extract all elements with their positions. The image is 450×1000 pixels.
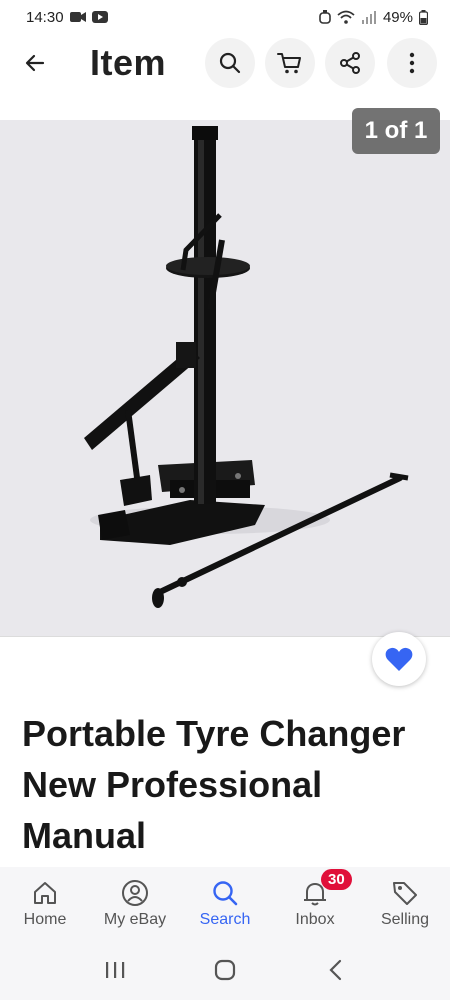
- nav-item-selling[interactable]: Selling: [360, 867, 450, 940]
- nav-label: Selling: [380, 911, 430, 928]
- battery-percent: 49%: [382, 8, 413, 26]
- nav-item-home[interactable]: Home: [0, 867, 90, 940]
- alarm-icon: [319, 10, 331, 24]
- nav-label: Home: [23, 911, 67, 928]
- video-call-icon: [69, 11, 86, 23]
- signal-icon: [361, 10, 377, 24]
- nav-item-inbox[interactable]: 30 Inbox: [270, 867, 360, 940]
- nav-label: Search: [199, 911, 251, 928]
- back-arrow-icon: [25, 54, 45, 72]
- product-image[interactable]: [0, 120, 450, 636]
- home-system-button[interactable]: [205, 950, 245, 990]
- nav-item-search[interactable]: Search: [180, 867, 270, 940]
- more-options-button[interactable]: [387, 38, 437, 88]
- inbox-badge: 30: [321, 869, 352, 890]
- share-button[interactable]: [325, 38, 375, 88]
- home-icon: [34, 882, 56, 904]
- bottom-nav: Home My eBay Search 30 Inbox Selling: [0, 867, 450, 940]
- heart-icon: [385, 647, 413, 671]
- cart-button[interactable]: [265, 38, 315, 88]
- nav-item-my-ebay[interactable]: My eBay: [90, 867, 180, 940]
- battery-icon: [419, 9, 428, 25]
- tag-icon: [393, 882, 417, 905]
- app-bar: Item: [0, 34, 450, 92]
- youtube-icon: [91, 11, 108, 23]
- page-title: Item: [90, 42, 167, 83]
- search-icon: [219, 52, 241, 74]
- status-bar: 14:30 49%: [0, 0, 450, 34]
- wifi-icon: [337, 10, 355, 24]
- account-icon: [122, 880, 148, 906]
- item-title: Portable Tyre Changer New Professional M…: [22, 713, 406, 856]
- search-button[interactable]: [205, 38, 255, 88]
- recent-apps-button[interactable]: [95, 950, 135, 990]
- tyre-changer-image: [84, 126, 409, 608]
- recent-apps-icon: [106, 962, 125, 978]
- nav-label: Inbox: [295, 911, 335, 928]
- back-button[interactable]: [14, 42, 56, 84]
- more-vert-icon: [409, 52, 415, 74]
- chevron-left-icon: [329, 959, 342, 981]
- cart-icon: [277, 53, 301, 74]
- watch-button[interactable]: [372, 632, 426, 686]
- home-circle-icon: [214, 959, 236, 981]
- status-time: 14:30: [26, 8, 64, 26]
- system-back-button[interactable]: [315, 950, 355, 990]
- system-nav: [0, 940, 450, 1000]
- share-icon: [340, 52, 360, 74]
- image-counter: 1 of 1: [352, 108, 440, 154]
- search-icon: [213, 881, 238, 906]
- nav-label: My eBay: [103, 911, 167, 928]
